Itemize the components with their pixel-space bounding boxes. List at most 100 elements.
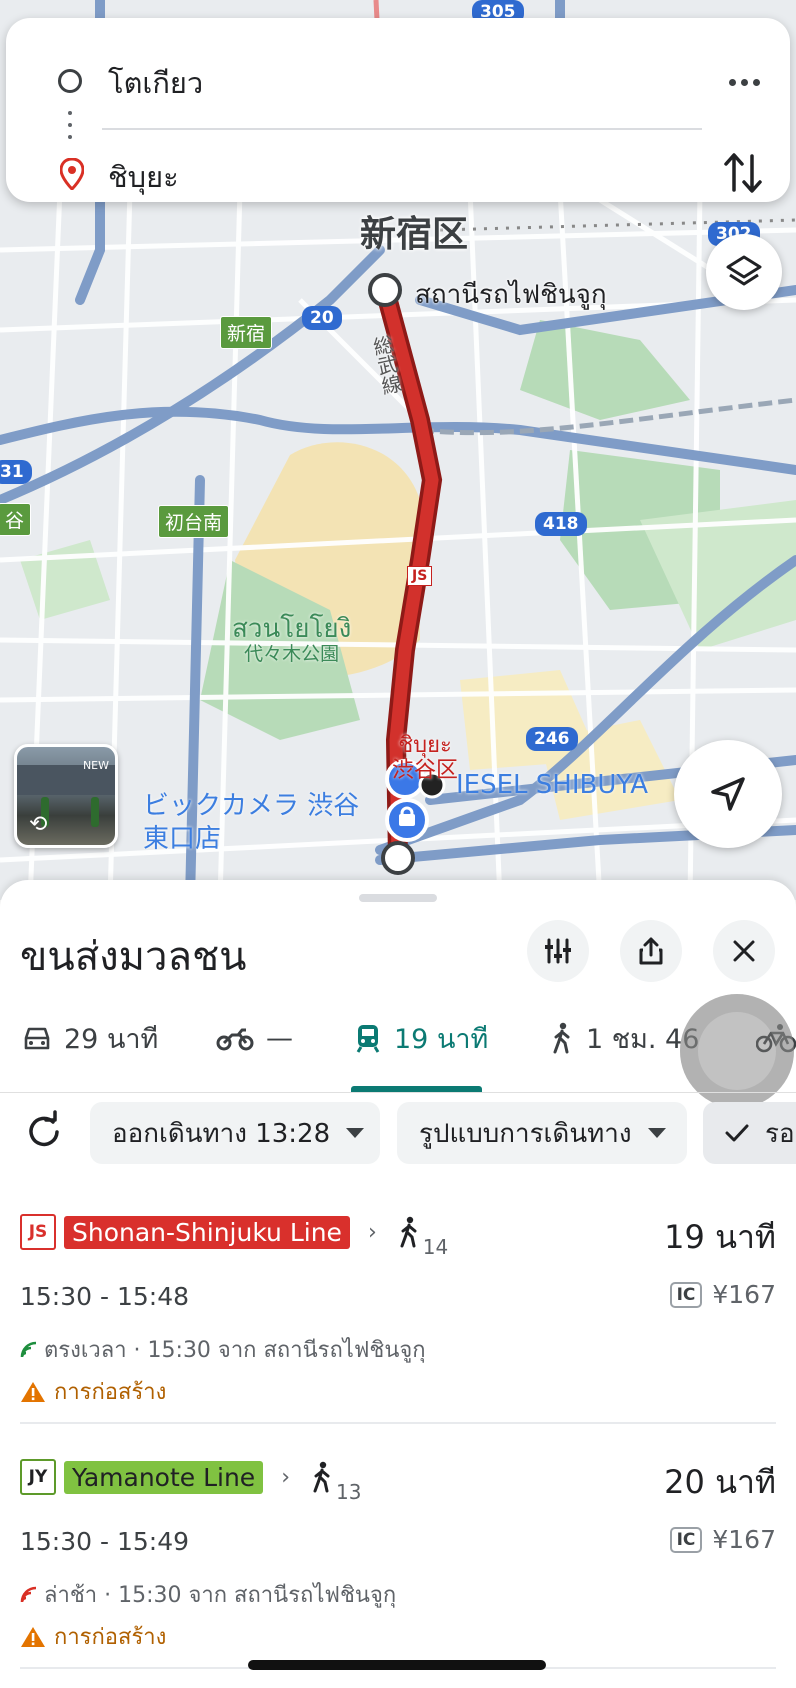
route-warning: การก่อสร้าง [20, 1374, 166, 1409]
tab-transit[interactable]: 19 นาที [354, 1010, 488, 1066]
route-fare: IC ¥167 [669, 1280, 776, 1309]
map-label-shibuya: ชิบุยะ 渋谷区 [392, 733, 458, 784]
poi-bic-line2: 東口店 [143, 823, 222, 854]
tab-driving-label: 29 นาที [64, 1023, 159, 1055]
train-icon [356, 1025, 380, 1053]
route-duration: 20 นาที [664, 1463, 776, 1501]
share-icon [639, 937, 663, 965]
touch-indicator [680, 994, 794, 1108]
fare-amount: ¥167 [712, 1525, 776, 1554]
route-options-chip[interactable]: รูปแบบการเดินทาง [397, 1102, 687, 1164]
line-code-badge: JS [20, 1214, 56, 1250]
walk-icon [313, 1461, 330, 1493]
map-label-ward-edge: 谷 [0, 503, 32, 536]
street-view-rotate-icon: ⟲ [29, 812, 48, 837]
tune-icon [545, 938, 571, 964]
sheet-drag-handle[interactable] [359, 894, 437, 902]
accessible-label: รอ [765, 1118, 795, 1149]
car-icon [24, 1027, 50, 1050]
street-view-thumbnail[interactable]: NEW ⟲ [14, 744, 118, 848]
line-code-badge: JY [20, 1459, 56, 1495]
map-view[interactable]: 新宿区 สถานีรถไฟชินจูกุ 新宿 初台南 谷 20 302 305… [0, 0, 796, 900]
route-options-button[interactable] [527, 920, 589, 982]
navigation-arrow-icon [711, 777, 745, 811]
tabs-divider [0, 1092, 796, 1093]
search-divider [102, 128, 702, 130]
check-icon [725, 1124, 749, 1142]
poi-bic-line1: ビックカメラ 渋谷 [143, 791, 360, 821]
thumb-sign-text: NEW [82, 759, 109, 772]
warning-text: การก่อสร้าง [54, 1380, 167, 1405]
shibuya-ward-name: 渋谷区 [392, 758, 459, 784]
chevron-down-icon [346, 1128, 365, 1138]
share-button[interactable] [620, 920, 682, 982]
tab-walking[interactable]: 1 ชม. 46 [550, 1010, 699, 1066]
tab-motorbike[interactable]: — [216, 1010, 293, 1066]
motorbike-icon [216, 1028, 254, 1051]
realtime-text: ตรงเวลา · 15:30 จาก สถานีรถไฟชินจูกุ [44, 1338, 426, 1363]
route-option-2[interactable]: JY Yamanote Line › 13 20 นาที 15:30 - 15… [20, 1457, 776, 1650]
more-options-button[interactable] [720, 58, 768, 106]
warning-icon [21, 1381, 45, 1402]
line-name-badge: Shonan-Shinjuku Line [64, 1215, 350, 1249]
map-poi-bic-camera[interactable]: ビックカメラ 渋谷 東口店 [143, 790, 359, 855]
tab-driving[interactable]: 29 นาที [22, 1010, 158, 1066]
walk-icon [553, 1022, 570, 1054]
map-label-hatsudaiminami: 初台南 [158, 505, 230, 538]
map-route-20: 20 [302, 306, 342, 330]
walk-segment: 14 [397, 1215, 448, 1259]
tab-motorbike-label: — [266, 1022, 293, 1054]
map-label-shinjuku-ward: 新宿区 [360, 214, 469, 255]
chevron-right-icon: › [367, 1219, 377, 1245]
origin-circle-icon [58, 69, 82, 93]
map-label-yoyogi-park[interactable]: สวนโยโยงิ 代々木公園 [232, 615, 351, 664]
ic-card-badge: IC [669, 1526, 703, 1553]
layers-icon [726, 255, 762, 286]
home-indicator[interactable] [248, 1660, 546, 1670]
swap-directions-button[interactable] [720, 148, 768, 198]
my-location-button[interactable] [674, 740, 782, 848]
map-poi-diesel[interactable]: IESEL SHIBUYA [456, 769, 648, 802]
refresh-icon[interactable] [22, 1110, 66, 1154]
chevron-right-icon: › [281, 1464, 291, 1490]
accessible-chip[interactable]: รอ [703, 1102, 796, 1164]
close-button[interactable] [713, 920, 775, 982]
route-dots-icon [68, 111, 72, 143]
close-icon [733, 940, 755, 962]
destination-field[interactable]: ชิบุยะ [108, 154, 179, 200]
route-divider [20, 1422, 776, 1424]
depart-time-label: ออกเดินทาง 13:28 [112, 1118, 331, 1149]
park-name-jp: 代々木公園 [244, 642, 340, 665]
destination-pin-icon [60, 158, 84, 190]
warning-text: การก่อสร้าง [54, 1625, 167, 1650]
map-label-shinjuku-badge: 新宿 [220, 316, 273, 349]
ic-card-badge: IC [669, 1281, 703, 1308]
live-signal-icon [20, 1586, 37, 1602]
map-label-js-line: JS [407, 566, 433, 586]
walk-minutes: 13 [336, 1480, 362, 1504]
route-warning: การก่อสร้าง [20, 1619, 166, 1654]
fare-amount: ¥167 [712, 1280, 776, 1309]
route-option-1[interactable]: JS Shonan-Shinjuku Line › 14 19 นาที 15:… [20, 1212, 776, 1405]
route-times: 15:30 - 15:49 [20, 1527, 190, 1556]
live-signal-icon [20, 1341, 37, 1357]
walk-icon [400, 1216, 417, 1248]
map-route-246: 246 [526, 727, 578, 751]
route-options-label: รูปแบบการเดินทาง [419, 1118, 632, 1149]
map-label-shinjuku-station[interactable]: สถานีรถไฟชินจูกุ [415, 274, 607, 315]
park-name-thai: สวนโยโยงิ [232, 614, 352, 644]
walk-minutes: 14 [422, 1235, 449, 1259]
tab-transit-label: 19 นาที [394, 1023, 489, 1055]
depart-time-chip[interactable]: ออกเดินทาง 13:28 [90, 1102, 380, 1164]
chevron-down-icon [647, 1128, 666, 1138]
directions-search-card: โตเกียว ชิบุยะ [6, 18, 790, 202]
directions-sheet: ขนส่งมวลชน 29 นาที — 19 นาที 1 ชม. 46 ออ… [0, 880, 796, 1688]
map-route-418: 418 [535, 512, 587, 536]
origin-field[interactable]: โตเกียว [108, 60, 203, 106]
sheet-title: ขนส่งมวลชน [20, 934, 247, 980]
walk-segment: 13 [310, 1460, 361, 1504]
line-name-badge: Yamanote Line [64, 1460, 264, 1494]
route-duration: 19 นาที [664, 1218, 776, 1256]
travel-mode-tabs: 29 นาที — 19 นาที 1 ชม. 46 [0, 1010, 796, 1068]
map-layers-button[interactable] [706, 234, 782, 310]
